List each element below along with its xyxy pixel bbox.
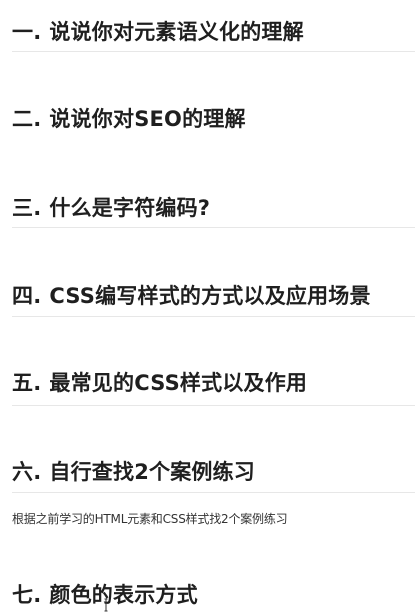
text-cursor-icon — [104, 598, 108, 612]
heading-5: 五. 最常见的CSS样式以及作用 — [12, 362, 415, 402]
document-page: 一. 说说你对元素语义化的理解 二. 说说你对SEO的理解 三. 什么是字符编码… — [0, 0, 415, 614]
heading-4-divider — [12, 316, 415, 317]
heading-5-divider — [12, 405, 415, 406]
heading-5-text: 最常见的CSS样式以及作用 — [49, 371, 308, 395]
heading-1-text: 说说你对元素语义化的理解 — [49, 20, 304, 44]
heading-4-number: 四. — [12, 284, 42, 308]
heading-3-text: 什么是字符编码? — [49, 196, 211, 220]
heading-2-number: 二. — [12, 107, 42, 131]
heading-2-text: 说说你对SEO的理解 — [49, 107, 246, 131]
heading-2: 二. 说说你对SEO的理解 — [12, 98, 415, 138]
heading-6: 六. 自行查找2个案例练习 — [12, 451, 415, 491]
heading-7-number: 七. — [12, 583, 42, 607]
heading-3-number: 三. — [12, 196, 42, 220]
heading-3: 三. 什么是字符编码? — [12, 187, 415, 227]
heading-5-number: 五. — [12, 371, 42, 395]
body-paragraph[interactable]: 根据之前学习的HTML元素和CSS样式找2个案例练习 — [12, 510, 288, 527]
heading-4: 四. CSS编写样式的方式以及应用场景 — [12, 275, 415, 315]
heading-3-divider — [12, 227, 415, 228]
heading-1-divider — [12, 51, 415, 52]
heading-6-divider — [12, 492, 415, 493]
heading-1: 一. 说说你对元素语义化的理解 — [12, 11, 415, 51]
heading-6-text: 自行查找2个案例练习 — [49, 460, 256, 484]
heading-4-text: CSS编写样式的方式以及应用场景 — [49, 284, 371, 308]
heading-1-number: 一. — [12, 20, 42, 44]
heading-7: 七. 颜色的表示方式 — [12, 574, 415, 614]
heading-6-number: 六. — [12, 460, 42, 484]
heading-7-text: 颜色的表示方式 — [49, 583, 198, 607]
